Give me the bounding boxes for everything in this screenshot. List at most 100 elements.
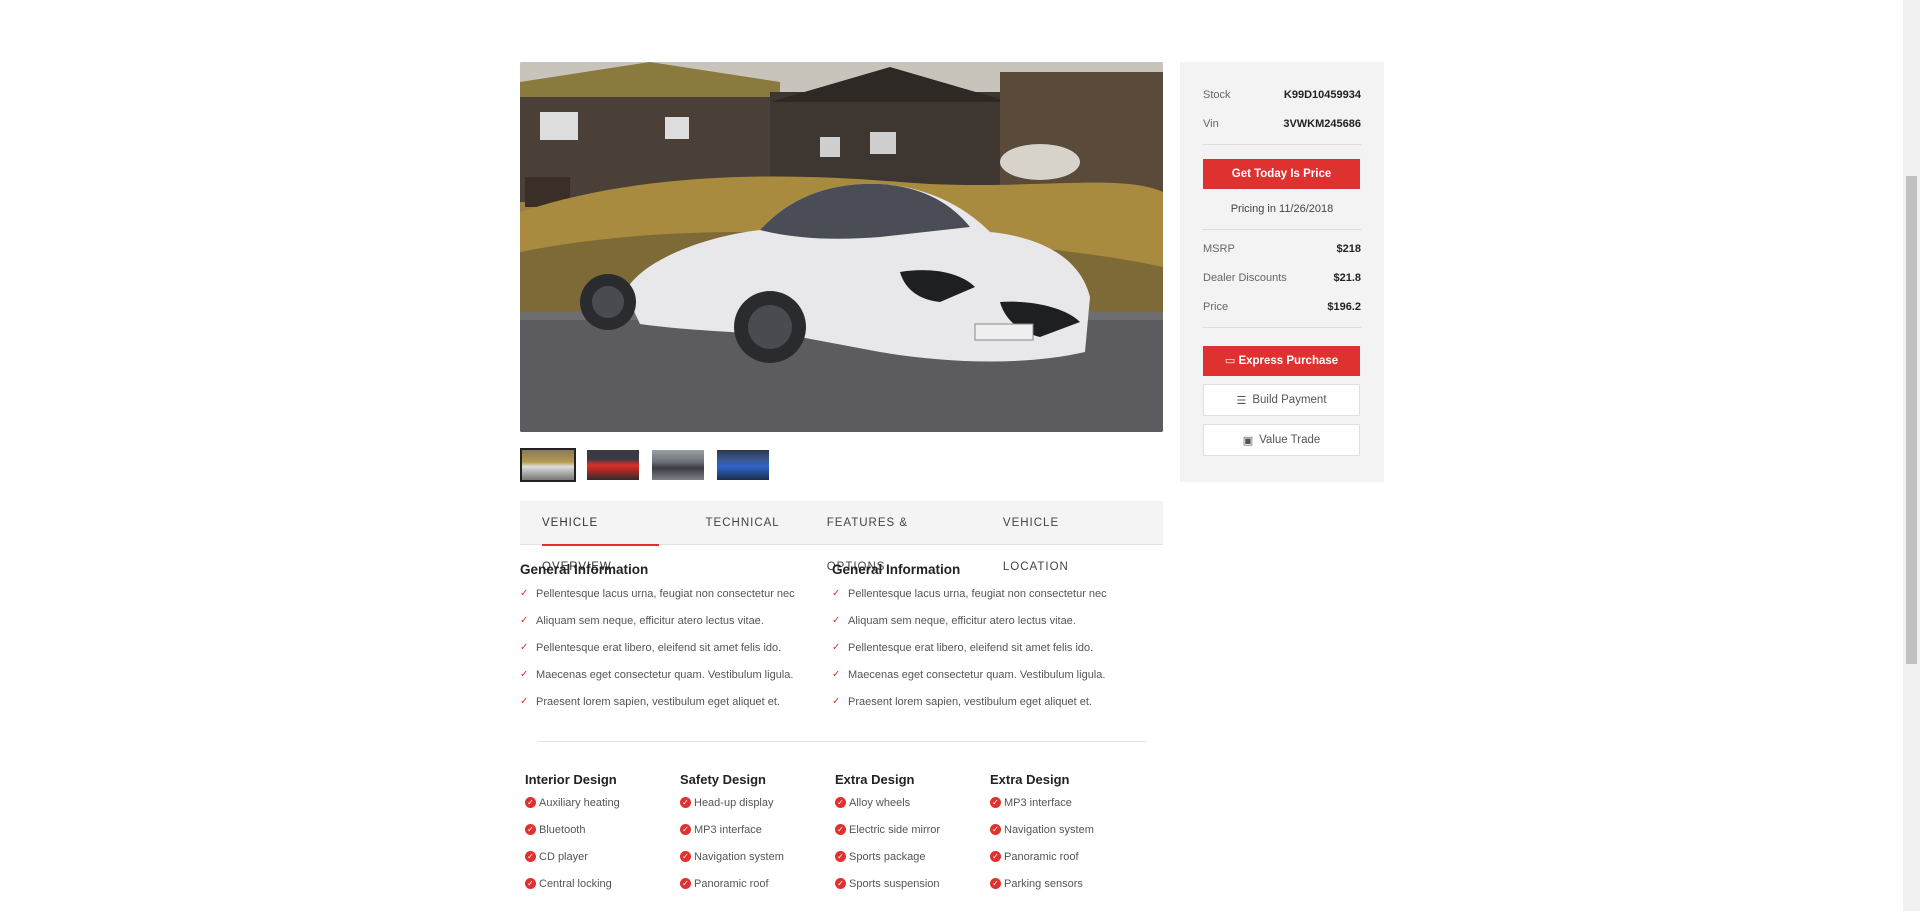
check-icon: ✓ <box>832 615 841 626</box>
feature-item: ✓ Alloy wheels <box>835 796 985 823</box>
list-item: ✓ Aliquam sem neque, efficitur atero lect… <box>520 615 764 627</box>
feature-item: ✓ Auxiliary heating <box>525 796 675 823</box>
express-purchase-button[interactable]: ▭ Express Purchase <box>1203 346 1360 376</box>
tab-vehicle-location[interactable]: VEHICLE LOCATION <box>1003 501 1116 573</box>
general-info-title: General Information <box>832 562 961 577</box>
tab-vehicle-overview[interactable]: VEHICLE OVERVIEW <box>542 501 659 573</box>
check-icon: ✓ <box>520 669 529 680</box>
sliders-icon: ☰ <box>1236 394 1247 407</box>
safety-design-list: Safety Design ✓ Head-up display ✓ MP3 inte… <box>680 772 830 904</box>
check-icon: ✓ <box>832 669 841 680</box>
tab-technical[interactable]: TECHNICAL <box>706 501 780 545</box>
extra-design-list-2: Extra Design ✓ MP3 interface ✓ Navigation … <box>990 772 1140 904</box>
list-item: ✓ Aliquam sem neque, efficitur atero lect… <box>832 615 1076 627</box>
msrp-value: $218 <box>1336 242 1361 255</box>
list-item: ✓ Maecenas eget consectetur quam. Vestibu… <box>832 669 1106 681</box>
feature-item: ✓ MP3 interface <box>990 796 1140 823</box>
divider <box>1203 144 1361 145</box>
check-circle-icon: ✓ <box>990 878 1001 889</box>
build-payment-label: Build Payment <box>1252 394 1327 406</box>
design-title: Extra Design <box>990 772 1070 787</box>
check-circle-icon: ✓ <box>680 851 691 862</box>
feature-item: ✓ Head-up display <box>680 796 830 823</box>
stock-row: Stock K99D10459934 <box>1203 80 1361 109</box>
interior-design-list: Interior Design ✓ Auxiliary heating ✓ Blue… <box>525 772 675 904</box>
feature-item: ✓ Bluetooth <box>525 823 675 850</box>
thumb-blue-car[interactable] <box>715 448 771 482</box>
feature-item: ✓ Sports suspension <box>835 877 985 904</box>
check-icon: ✓ <box>520 696 529 707</box>
pricing-note: Pricing in 11/26/2018 <box>1230 203 1334 215</box>
feature-item: ✓ Navigation system <box>990 823 1140 850</box>
money-icon: ▣ <box>1242 434 1254 447</box>
msrp-row: MSRP $218 <box>1203 234 1361 263</box>
extra-design-list-1: Extra Design ✓ Alloy wheels ✓ Electric sid… <box>835 772 985 904</box>
check-circle-icon: ✓ <box>835 851 846 862</box>
discount-row: Dealer Discounts $21.8 <box>1203 263 1361 292</box>
list-item: ✓ Pellentesque lacus urna, feugiat non co… <box>520 588 795 600</box>
list-item: ✓ Praesent lorem sapien, vestibulum eget … <box>520 696 780 708</box>
check-circle-icon: ✓ <box>990 851 1001 862</box>
check-icon: ✓ <box>832 642 841 653</box>
feature-item: ✓ Navigation system <box>680 850 830 877</box>
feature-item: ✓ Electric side mirror <box>835 823 985 850</box>
check-circle-icon: ✓ <box>525 878 536 889</box>
check-circle-icon: ✓ <box>835 797 846 808</box>
thumbnail-strip <box>520 448 771 484</box>
msrp-label: MSRP <box>1203 242 1235 255</box>
list-item: ✓ Maecenas eget consectetur quam. Vestibu… <box>520 669 794 681</box>
feature-item: ✓ Central locking <box>525 877 675 904</box>
check-circle-icon: ✓ <box>835 824 846 835</box>
check-circle-icon: ✓ <box>990 824 1001 835</box>
price-value: $196.2 <box>1327 300 1361 313</box>
feature-item: ✓ CD player <box>525 850 675 877</box>
price-label: Price <box>1203 300 1229 313</box>
design-title: Safety Design <box>680 772 766 787</box>
tab-features-options[interactable]: FEATURES & OPTIONS <box>827 501 956 573</box>
thumb-silver-supercar[interactable] <box>520 448 576 482</box>
feature-item: ✓ Sports package <box>835 850 985 877</box>
vertical-scrollbar[interactable] <box>1903 0 1920 911</box>
check-icon: ✓ <box>832 696 841 707</box>
check-icon: ✓ <box>832 588 841 599</box>
check-circle-icon: ✓ <box>680 824 691 835</box>
feature-item: ✓ MP3 interface <box>680 823 830 850</box>
price-row: Price $196.2 <box>1203 292 1361 321</box>
value-trade-button[interactable]: ▣ Value Trade <box>1203 424 1360 456</box>
feature-item: ✓ Panoramic roof <box>990 850 1140 877</box>
check-circle-icon: ✓ <box>835 878 846 889</box>
express-purchase-label: Express Purchase <box>1238 355 1339 367</box>
check-circle-icon: ✓ <box>680 878 691 889</box>
check-circle-icon: ✓ <box>525 851 536 862</box>
stock-value: K99D10459934 <box>1283 88 1361 101</box>
thumb-gray-car[interactable] <box>650 448 706 482</box>
value-trade-label: Value Trade <box>1259 434 1321 446</box>
feature-item: ✓ Panoramic roof <box>680 877 830 904</box>
scrollbar-thumb[interactable] <box>1906 176 1917 664</box>
general-info-right: General Information ✓ Pellentesque lacus … <box>832 562 1132 722</box>
check-icon: ✓ <box>520 615 529 626</box>
stock-label: Stock <box>1203 88 1231 101</box>
divider <box>1203 327 1361 328</box>
get-today-price-button[interactable]: Get Today Is Price <box>1203 159 1360 189</box>
build-payment-button[interactable]: ☰ Build Payment <box>1203 384 1360 416</box>
divider <box>1203 229 1361 230</box>
thumb-red-car[interactable] <box>585 448 641 482</box>
list-item: ✓ Pellentesque erat libero, eleifend sit … <box>520 642 782 654</box>
check-circle-icon: ✓ <box>680 797 691 808</box>
list-item: ✓ Pellentesque lacus urna, feugiat non co… <box>832 588 1107 600</box>
credit-card-icon: ▭ <box>1224 355 1236 367</box>
design-title: Extra Design <box>835 772 915 787</box>
detail-tabs: VEHICLE OVERVIEW TECHNICAL FEATURES & OP… <box>520 501 1163 573</box>
pricing-sidebar: Stock K99D10459934 Vin 3VWKM245686 Get T… <box>1180 62 1384 482</box>
main-vehicle-image <box>520 62 1163 432</box>
vin-label: Vin <box>1203 117 1219 130</box>
check-circle-icon: ✓ <box>990 797 1001 808</box>
list-item: ✓ Praesent lorem sapien, vestibulum eget … <box>832 696 1092 708</box>
section-divider <box>538 741 1146 742</box>
discount-label: Dealer Discounts <box>1203 271 1287 284</box>
check-circle-icon: ✓ <box>525 797 536 808</box>
discount-value: $21.8 <box>1333 271 1361 284</box>
feature-item: ✓ Parking sensors <box>990 877 1140 904</box>
general-info-title: General Information <box>520 562 649 577</box>
